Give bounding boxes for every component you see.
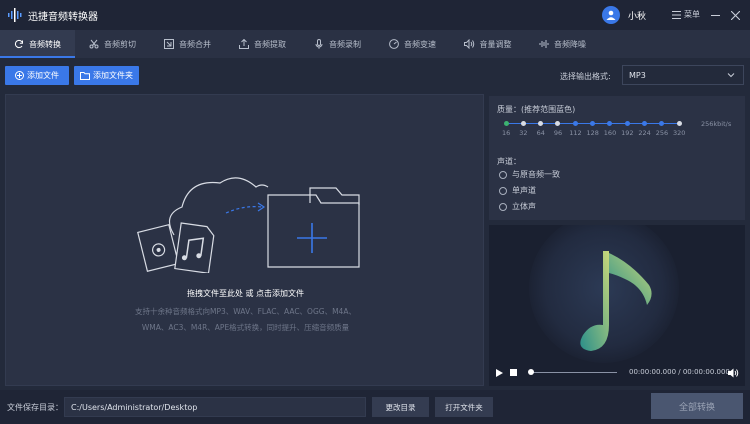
stop-icon[interactable]	[510, 369, 517, 376]
quality-step-dot[interactable]	[538, 121, 544, 126]
quality-tick-label: 96	[553, 129, 563, 137]
menu-label: 菜单	[684, 10, 700, 19]
playback-progress-handle[interactable]	[528, 369, 534, 375]
bottom-bar: 文件保存目录： 更改目录 打开文件夹 全部转换	[0, 390, 750, 424]
microphone-icon	[315, 39, 323, 49]
save-directory-label: 文件保存目录：	[7, 403, 63, 412]
channel-label: 声道：	[497, 157, 521, 166]
quality-tick-label: 192	[621, 129, 634, 137]
play-icon[interactable]	[495, 369, 503, 377]
quality-step-dot[interactable]	[607, 121, 613, 126]
minimize-button[interactable]	[708, 8, 722, 22]
output-format-select[interactable]: MP3	[622, 65, 744, 85]
refresh-icon	[14, 39, 23, 49]
quality-tick-label: 64	[536, 129, 545, 137]
quality-tick-label: 32	[519, 129, 528, 137]
tab-audio-merge[interactable]: 音频合并	[150, 30, 225, 58]
menu-button[interactable]: 菜单	[672, 9, 700, 20]
app-title: 迅捷音频转换器	[28, 11, 98, 23]
save-directory-input[interactable]	[64, 397, 366, 417]
folder-icon	[80, 71, 90, 80]
quality-tick-label: 16	[502, 129, 511, 137]
quality-step-dot[interactable]	[503, 121, 509, 126]
quality-step-dot[interactable]	[590, 121, 595, 126]
playback-time: 00:00:00.000 / 00:00:00.000	[629, 368, 730, 376]
scissors-icon	[89, 39, 99, 49]
tab-audio-extract[interactable]: 音频提取	[225, 30, 300, 58]
tab-audio-record[interactable]: 音频录制	[300, 30, 375, 58]
channel-option-stereo[interactable]: 立体声	[499, 201, 536, 212]
file-drop-zone[interactable]: 拖拽文件至此处 或 点击添加文件 支持十余种音频格式向MP3、WAV、FLAC、…	[5, 94, 484, 386]
drop-zone-description: 支持十余种音频格式向MP3、WAV、FLAC、AAC、OGG、M4A、 WMA、…	[135, 307, 356, 332]
quality-step-dot[interactable]	[624, 121, 630, 126]
add-folder-button[interactable]: 添加文件夹	[74, 66, 139, 85]
tab-volume-adjust[interactable]: 音量调整	[450, 30, 525, 58]
speaker-icon[interactable]	[728, 368, 739, 378]
radio-button[interactable]	[499, 170, 507, 179]
tab-audio-denoise[interactable]: 音频降噪	[525, 30, 600, 58]
quality-tick-label: 128	[586, 129, 599, 137]
quality-step-dot[interactable]	[676, 121, 682, 126]
radio-button[interactable]	[499, 202, 507, 211]
settings-panel: 质量：(推荐范围蓝色) 16 32 64 96 112 128 160 192 224 256 32…	[489, 96, 745, 220]
music-note-icon	[580, 251, 652, 351]
convert-all-button[interactable]: 全部转换	[651, 393, 743, 419]
open-folder-button[interactable]: 打开文件夹	[435, 397, 493, 417]
output-format-label: 选择输出格式:	[560, 72, 611, 81]
output-format-value: MP3	[629, 70, 646, 80]
quality-step-dot[interactable]	[659, 121, 665, 126]
quality-tick-label: 160	[603, 129, 617, 137]
speed-icon	[389, 39, 399, 49]
extract-icon	[239, 39, 249, 49]
change-directory-button[interactable]: 更改目录	[372, 397, 429, 417]
minimize-icon	[710, 14, 720, 16]
drop-files-illustration-icon	[137, 177, 360, 273]
noise-reduction-icon	[539, 40, 549, 48]
volume-icon	[463, 39, 474, 49]
merge-icon	[164, 39, 174, 49]
menu-icon	[672, 10, 681, 19]
close-icon	[730, 10, 740, 20]
close-button[interactable]	[728, 8, 742, 22]
user-account[interactable]: 小秋	[602, 6, 646, 24]
user-icon	[606, 10, 616, 20]
function-tabs: 音频转换 音频剪切 音频合并 音频提取 音频录制 音频变速 音量调整 音频降噪	[0, 30, 750, 58]
chevron-down-icon	[727, 73, 735, 78]
quality-tick-label: 320	[673, 129, 686, 137]
tab-audio-cut[interactable]: 音频剪切	[75, 30, 150, 58]
radio-button[interactable]	[499, 186, 507, 195]
playback-progress-bar[interactable]	[531, 372, 617, 373]
add-file-button[interactable]: 添加文件	[5, 66, 69, 85]
channel-option-mono[interactable]: 单声道	[499, 185, 536, 196]
quality-step-dot[interactable]	[520, 121, 526, 126]
audio-preview-player: 00:00:00.000 / 00:00:00.000	[489, 225, 745, 386]
tab-audio-speed[interactable]: 音频变速	[375, 30, 450, 58]
tab-audio-convert[interactable]: 音频转换	[0, 30, 75, 58]
user-name: 小秋	[628, 11, 647, 22]
avatar[interactable]	[602, 6, 620, 24]
channel-option-original[interactable]: 与原音频一致	[499, 169, 560, 180]
quality-step-dot[interactable]	[641, 121, 647, 126]
quality-unit: 256kbit/s	[701, 120, 732, 128]
app-logo-icon	[8, 8, 22, 22]
plus-circle-icon	[15, 71, 24, 80]
quality-tick-label: 256	[655, 129, 669, 137]
toolbar: 添加文件 添加文件夹 选择输出格式: MP3	[0, 58, 750, 92]
drop-zone-title: 拖拽文件至此处 或 点击添加文件	[186, 289, 305, 298]
quality-step-dot[interactable]	[555, 121, 561, 126]
quality-tick-label: 224	[638, 129, 651, 137]
quality-tick-label: 112	[569, 129, 582, 137]
quality-step-dot[interactable]	[572, 121, 578, 126]
quality-label: 质量：(推荐范围蓝色)	[497, 105, 576, 114]
